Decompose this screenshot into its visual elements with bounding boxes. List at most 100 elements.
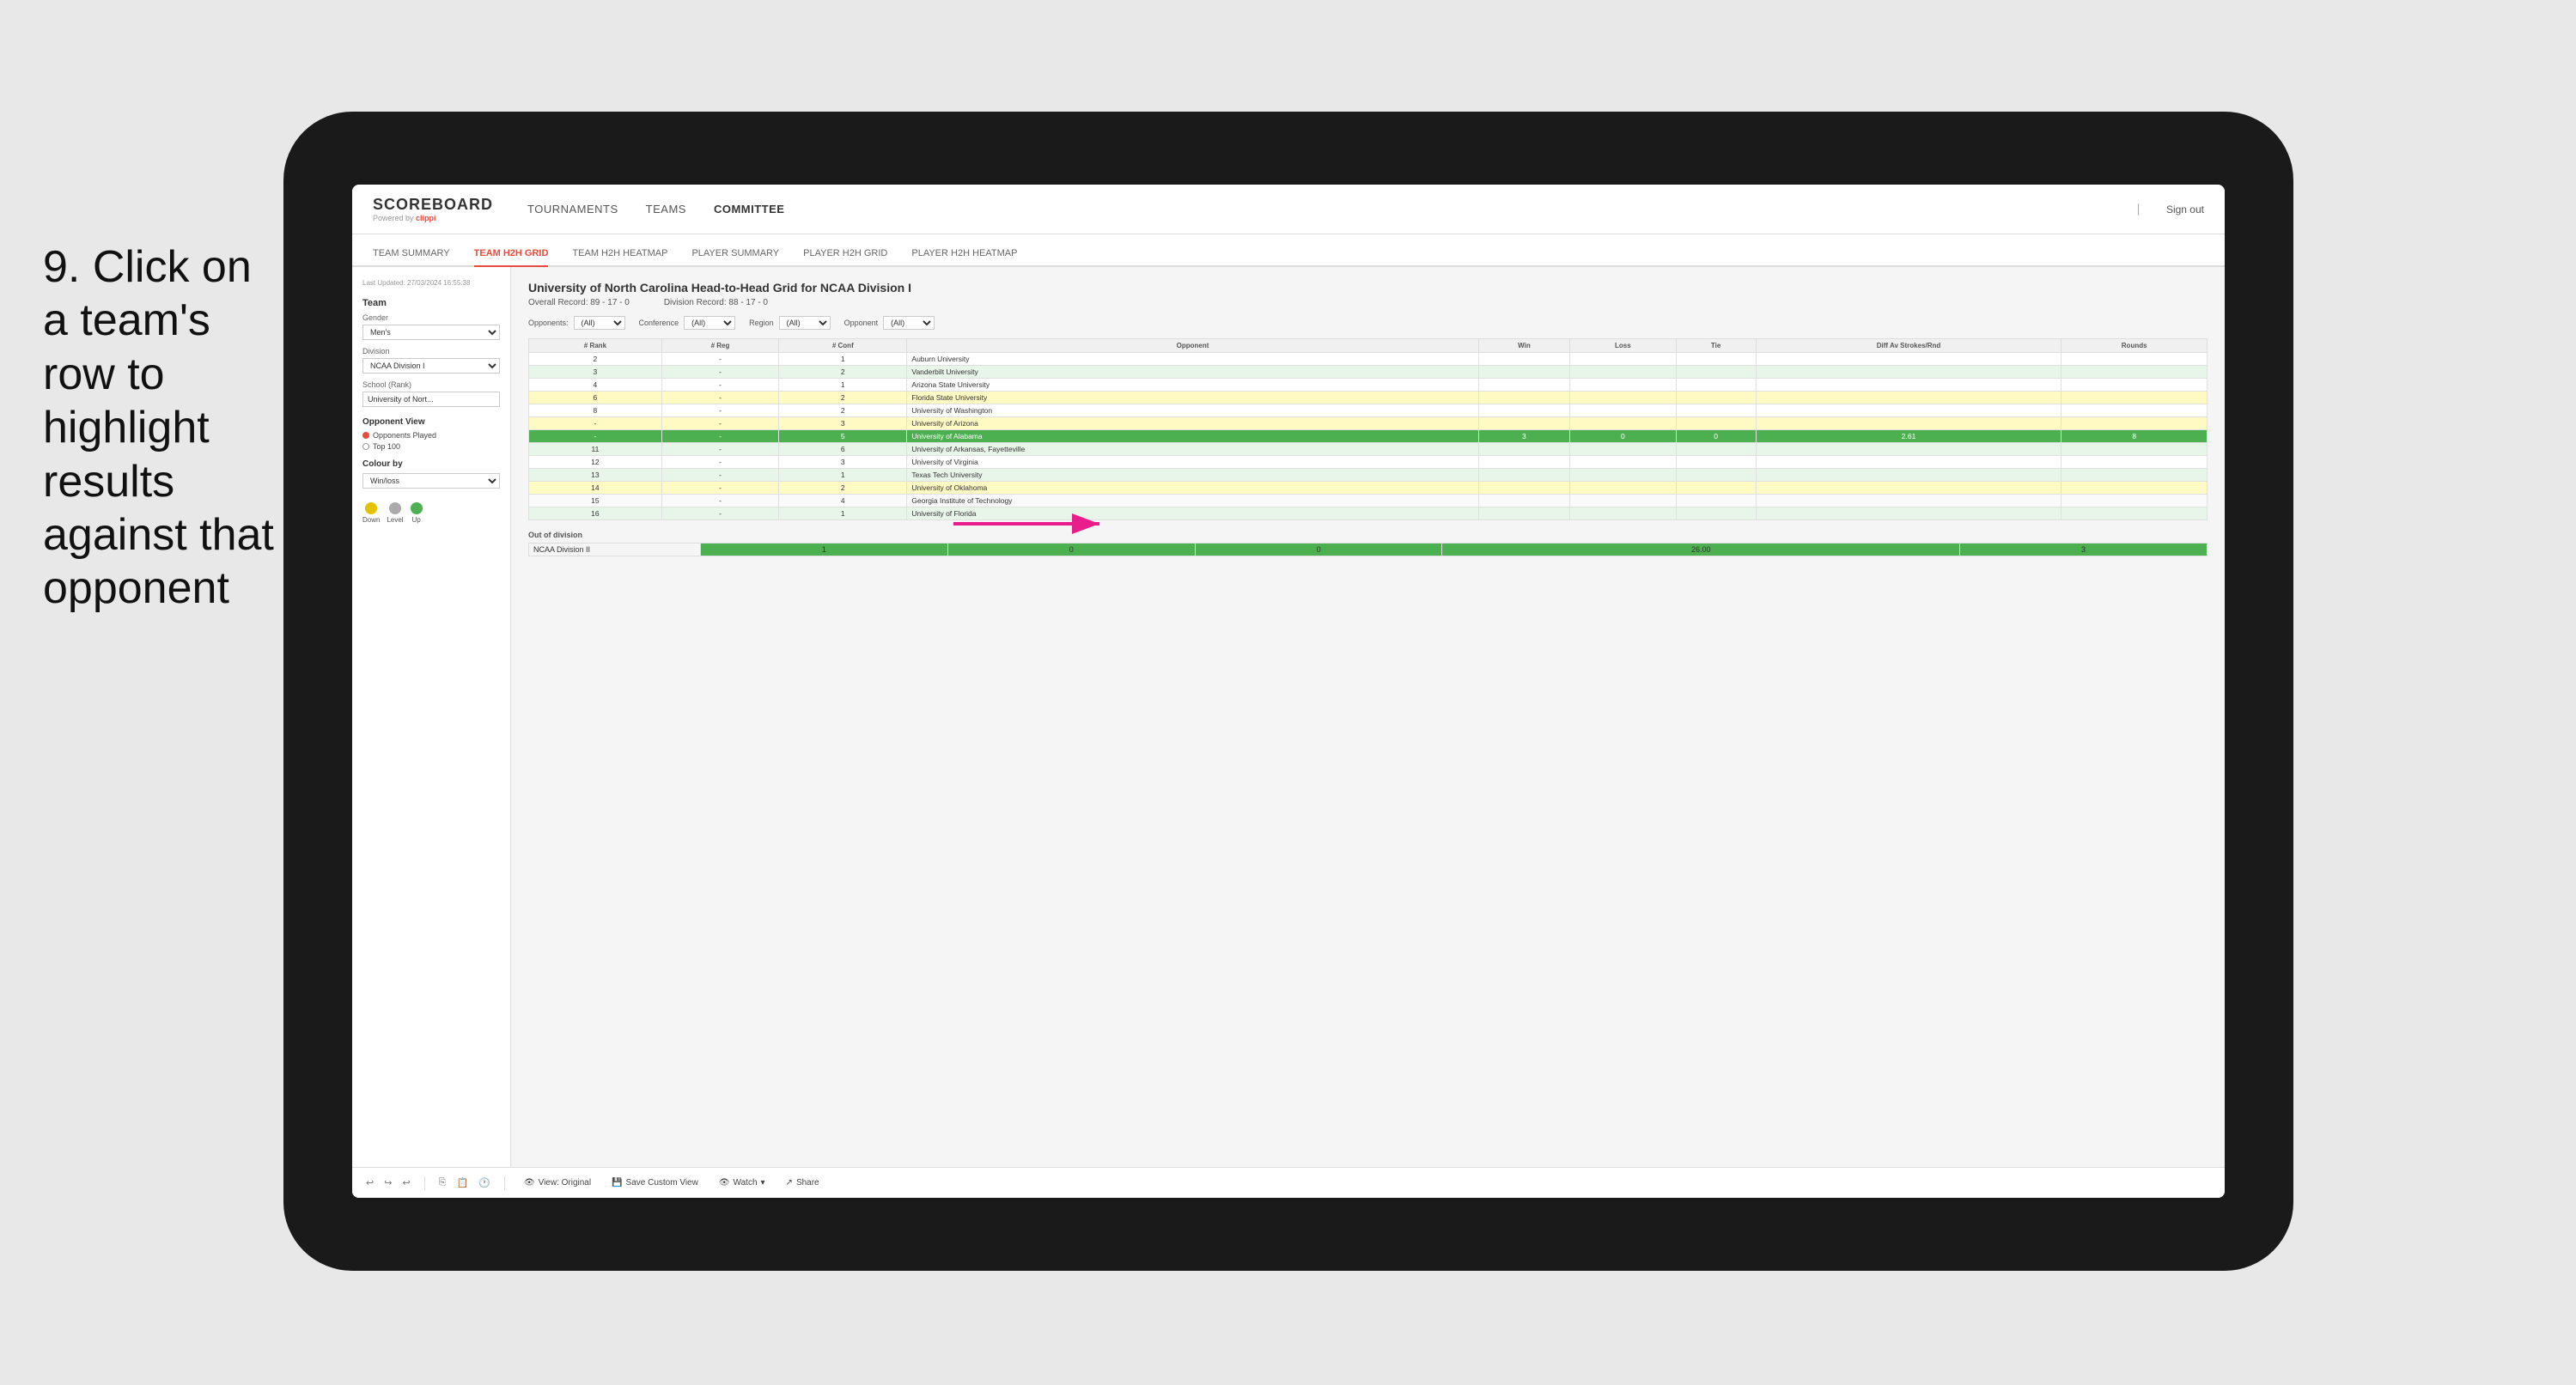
subnav-player-h2h-grid[interactable]: PLAYER H2H GRID bbox=[803, 248, 887, 267]
table-row[interactable]: --5University of Alabama3002.618 bbox=[529, 430, 2208, 443]
opponent-view-title: Opponent View bbox=[362, 417, 500, 427]
table-row[interactable]: 16-1University of Florida bbox=[529, 507, 2208, 520]
rank-cell: - bbox=[529, 430, 662, 443]
tie-cell bbox=[1676, 456, 1756, 469]
opponent-cell: University of Washington bbox=[907, 404, 1478, 417]
win-cell bbox=[1478, 379, 1569, 392]
save-custom-view-btn[interactable]: 💾 Save Custom View bbox=[606, 1176, 703, 1189]
tie-cell bbox=[1676, 482, 1756, 495]
nav-tournaments[interactable]: TOURNAMENTS bbox=[527, 203, 618, 216]
subnav-team-h2h-grid[interactable]: TEAM H2H GRID bbox=[474, 248, 549, 267]
table-row[interactable]: --3University of Arizona bbox=[529, 417, 2208, 430]
table-row[interactable]: 11-6University of Arkansas, Fayetteville bbox=[529, 443, 2208, 456]
opponent-cell: University of Alabama bbox=[907, 430, 1478, 443]
conf-cell: 3 bbox=[779, 417, 907, 430]
legend-up: Up bbox=[411, 502, 423, 524]
reg-cell: - bbox=[661, 495, 778, 507]
opponents-played-option[interactable]: Opponents Played bbox=[362, 431, 500, 440]
share-icon: ↗ bbox=[786, 1178, 793, 1188]
opponent-filter-label: Opponent bbox=[844, 319, 879, 327]
legend-dot-level bbox=[389, 502, 401, 514]
top100-label: Top 100 bbox=[373, 442, 400, 451]
loss-cell bbox=[1570, 417, 1676, 430]
win-cell bbox=[1478, 507, 1569, 520]
watch-btn[interactable]: 👁 Watch ▾ bbox=[714, 1176, 770, 1189]
opponent-cell: University of Arkansas, Fayetteville bbox=[907, 443, 1478, 456]
conf-cell: 1 bbox=[779, 469, 907, 482]
win-cell bbox=[1478, 404, 1569, 417]
region-filter-label: Region bbox=[749, 319, 774, 327]
win-cell bbox=[1478, 443, 1569, 456]
division-select[interactable]: NCAA Division I bbox=[362, 358, 500, 374]
region-filter-select[interactable]: (All) bbox=[779, 316, 831, 330]
diff-cell bbox=[1756, 392, 2061, 404]
opponent-cell: Auburn University bbox=[907, 353, 1478, 366]
top100-radio[interactable] bbox=[362, 443, 369, 450]
opponents-filter: Opponents: (All) bbox=[528, 316, 625, 330]
rounds-cell bbox=[2061, 392, 2208, 404]
rounds-cell bbox=[2061, 417, 2208, 430]
opponent-filter-select[interactable]: (All) bbox=[883, 316, 935, 330]
legend: Down Level Up bbox=[362, 502, 500, 524]
table-row[interactable]: 2-1Auburn University bbox=[529, 353, 2208, 366]
subnav-team-h2h-heatmap[interactable]: TEAM H2H HEATMAP bbox=[572, 248, 667, 267]
rank-cell: 4 bbox=[529, 379, 662, 392]
out-div-diff: 26.00 bbox=[1442, 544, 1960, 556]
table-row[interactable]: 6-2Florida State University bbox=[529, 392, 2208, 404]
sign-out-link[interactable]: Sign out bbox=[2166, 203, 2204, 216]
opponent-cell: University of Arizona bbox=[907, 417, 1478, 430]
logo-scoreboard: SCOREBOARD bbox=[373, 196, 493, 214]
reg-cell: - bbox=[661, 417, 778, 430]
grid-title: University of North Carolina Head-to-Hea… bbox=[528, 281, 2208, 295]
tie-cell bbox=[1676, 417, 1756, 430]
rounds-cell bbox=[2061, 456, 2208, 469]
table-row[interactable]: 8-2University of Washington bbox=[529, 404, 2208, 417]
rounds-cell: 8 bbox=[2061, 430, 2208, 443]
conference-filter-select[interactable]: (All) bbox=[684, 316, 735, 330]
top100-option[interactable]: Top 100 bbox=[362, 442, 500, 451]
col-conf: # Conf bbox=[779, 339, 907, 353]
subnav-team-summary[interactable]: TEAM SUMMARY bbox=[373, 248, 450, 267]
main-content: Last Updated: 27/03/2024 16:55:38 Team G… bbox=[352, 267, 2225, 1198]
reg-cell: - bbox=[661, 456, 778, 469]
share-btn[interactable]: ↗ Share bbox=[781, 1176, 825, 1189]
region-filter: Region (All) bbox=[749, 316, 831, 330]
legend-label-level: Level bbox=[387, 516, 403, 524]
conf-cell: 2 bbox=[779, 482, 907, 495]
nav-committee[interactable]: COMMITTEE bbox=[714, 203, 785, 216]
logo-powered: Powered by clippi bbox=[373, 214, 493, 222]
opponents-played-radio[interactable] bbox=[362, 432, 369, 439]
rounds-cell bbox=[2061, 379, 2208, 392]
colour-by-select[interactable]: Win/loss bbox=[362, 473, 500, 489]
tie-cell bbox=[1676, 507, 1756, 520]
reg-cell: - bbox=[661, 507, 778, 520]
top-nav: SCOREBOARD Powered by clippi TOURNAMENTS… bbox=[352, 185, 2225, 234]
diff-cell bbox=[1756, 366, 2061, 379]
view-original-btn[interactable]: 👁 View: Original bbox=[519, 1176, 596, 1189]
col-rank: # Rank bbox=[529, 339, 662, 353]
table-row[interactable]: 13-1Texas Tech University bbox=[529, 469, 2208, 482]
table-row[interactable]: 14-2University of Oklahoma bbox=[529, 482, 2208, 495]
opponent-cell: Arizona State University bbox=[907, 379, 1478, 392]
reg-cell: - bbox=[661, 430, 778, 443]
reg-cell: - bbox=[661, 392, 778, 404]
out-div-row[interactable]: NCAA Division II 1 0 0 26.00 3 bbox=[529, 544, 2208, 556]
tablet-screen: SCOREBOARD Powered by clippi TOURNAMENTS… bbox=[352, 185, 2225, 1198]
rank-cell: 8 bbox=[529, 404, 662, 417]
last-updated: Last Updated: 27/03/2024 16:55:38 bbox=[362, 279, 500, 288]
opponent-cell: Georgia Institute of Technology bbox=[907, 495, 1478, 507]
rank-cell: - bbox=[529, 417, 662, 430]
subnav-player-summary[interactable]: PLAYER SUMMARY bbox=[691, 248, 779, 267]
subnav-player-h2h-heatmap[interactable]: PLAYER H2H HEATMAP bbox=[911, 248, 1017, 267]
table-row[interactable]: 12-3University of Virginia bbox=[529, 456, 2208, 469]
team-section-title: Team bbox=[362, 298, 500, 308]
gender-select[interactable]: Men's bbox=[362, 325, 500, 340]
opponents-filter-select[interactable]: (All) bbox=[574, 316, 625, 330]
table-row[interactable]: 4-1Arizona State University bbox=[529, 379, 2208, 392]
tie-cell: 0 bbox=[1676, 430, 1756, 443]
rank-cell: 16 bbox=[529, 507, 662, 520]
nav-teams[interactable]: TEAMS bbox=[646, 203, 686, 216]
table-row[interactable]: 3-2Vanderbilt University bbox=[529, 366, 2208, 379]
loss-cell bbox=[1570, 482, 1676, 495]
table-row[interactable]: 15-4Georgia Institute of Technology bbox=[529, 495, 2208, 507]
